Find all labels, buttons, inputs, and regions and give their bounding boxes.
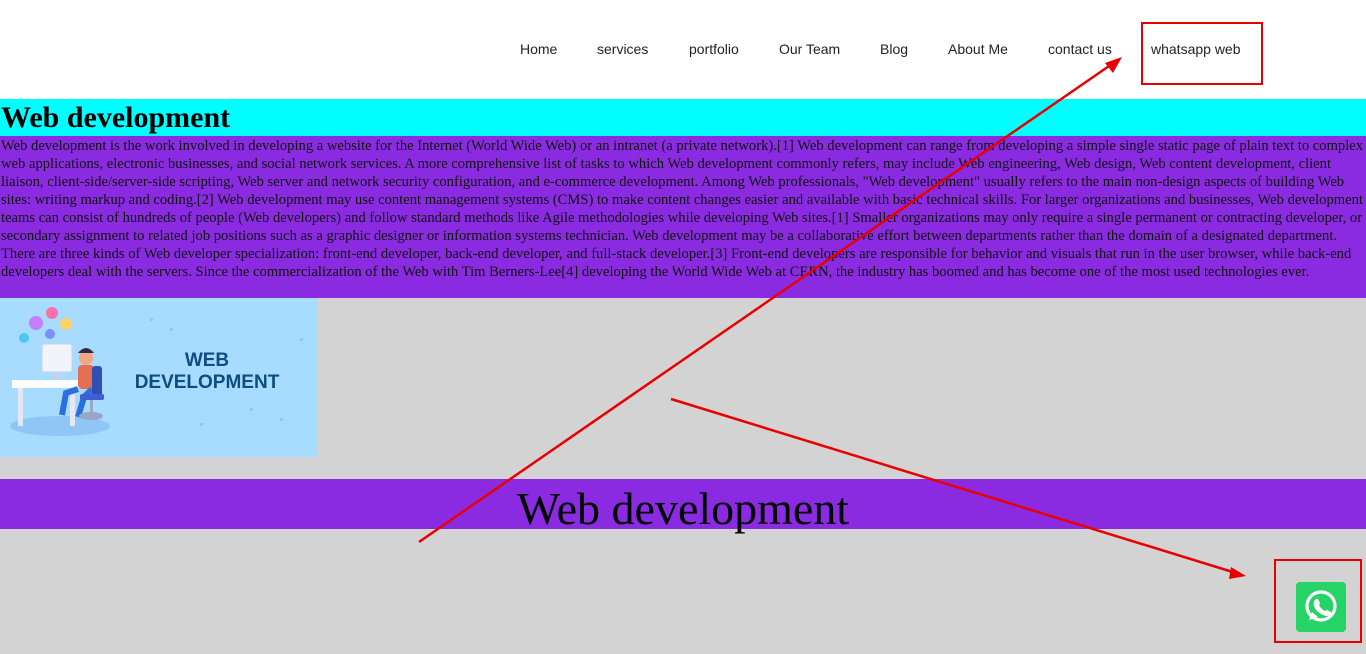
banner-text: WEB DEVELOPMENT <box>128 350 286 394</box>
nav-contact-us[interactable]: contact us <box>1048 41 1112 57</box>
nav-portfolio[interactable]: portfolio <box>689 41 739 57</box>
web-development-banner: WEB DEVELOPMENT <box>0 298 318 457</box>
banner-line-1: WEB <box>184 350 230 371</box>
page-title: Web development <box>1 101 231 134</box>
content-block: Web development is the work involved in … <box>0 136 1366 298</box>
highlight-box-whatsapp-web <box>1141 22 1263 85</box>
nav-home[interactable]: Home <box>520 41 557 57</box>
nav-blog[interactable]: Blog <box>880 41 908 57</box>
nav-services[interactable]: services <box>597 41 648 57</box>
section-heading: Web development <box>516 483 850 534</box>
arrow-head-button <box>1229 567 1246 579</box>
content-paragraph: Web development is the work involved in … <box>1 138 1364 280</box>
nav-our-team[interactable]: Our Team <box>779 41 840 57</box>
hero-title-bar: Web development <box>0 99 1366 136</box>
nav-about-me[interactable]: About Me <box>948 41 1008 57</box>
section-band: Web development <box>0 479 1366 534</box>
banner-line-2: DEVELOPMENT <box>134 372 280 393</box>
highlight-box-whatsapp-button <box>1274 559 1362 643</box>
